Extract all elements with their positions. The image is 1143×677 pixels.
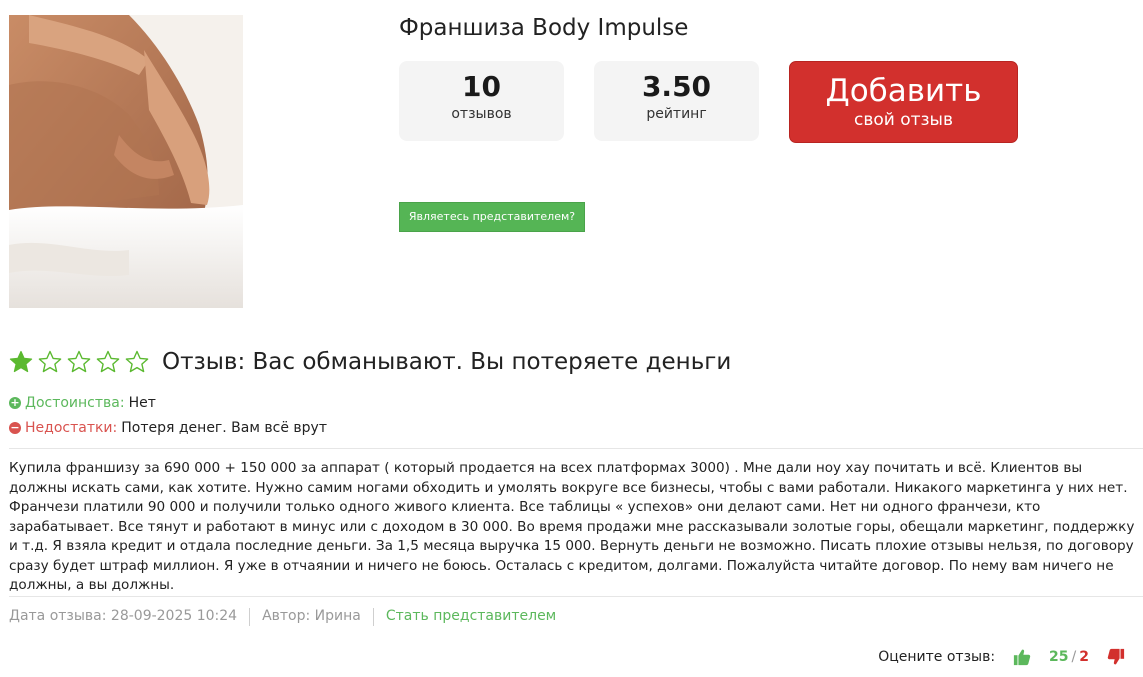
rating-box: 3.50 рейтинг	[594, 61, 759, 141]
review-date: Дата отзыва: 28-09-2025 10:24	[9, 608, 238, 624]
rate-review: Оцените отзыв: 25/2	[878, 648, 1125, 666]
reviews-count: 10	[462, 70, 501, 103]
review-header: Отзыв: Вас обманывают. Вы потеряете день…	[9, 346, 731, 378]
add-review-button-title: Добавить	[825, 73, 982, 109]
rating-label: рейтинг	[646, 106, 707, 122]
star-empty-icon	[125, 350, 149, 373]
divider	[9, 448, 1143, 449]
pros-value: Нет	[128, 395, 156, 411]
review-rating-stars	[9, 350, 154, 374]
review-text: Купила франшизу за 690 000 + 150 000 за …	[9, 460, 1135, 593]
review-meta: Дата отзыва: 28-09-2025 10:24 Автор: Ири…	[9, 608, 556, 626]
are-you-representative-button[interactable]: Являетесь представителем?	[399, 202, 585, 232]
reviews-count-label: отзывов	[451, 106, 512, 122]
upvote-count: 25	[1049, 649, 1069, 665]
star-empty-icon	[96, 350, 120, 373]
add-review-button[interactable]: Добавить свой отзыв	[789, 61, 1018, 143]
review-cons: − Недостатки: Потеря денег. Вам всё врут	[9, 420, 327, 436]
star-empty-icon	[67, 350, 91, 373]
add-review-button-subtitle: свой отзыв	[853, 110, 953, 130]
downvote-count: 2	[1079, 649, 1089, 665]
become-representative-link[interactable]: Стать представителем	[386, 608, 556, 626]
review-author: Автор: Ирина	[262, 608, 361, 624]
thumbs-down-icon[interactable]	[1107, 648, 1125, 666]
rating-value: 3.50	[641, 70, 712, 103]
thumbs-up-icon[interactable]	[1013, 648, 1031, 666]
cons-value: Потеря денег. Вам всё врут	[121, 420, 327, 436]
vote-score: 25/2	[1049, 649, 1089, 665]
franchise-title: Франшиза Body Impulse	[399, 15, 689, 41]
divider	[9, 596, 1143, 597]
pros-label: Достоинства:	[25, 395, 125, 411]
franchise-photo	[9, 15, 243, 308]
plus-circle-icon: +	[9, 396, 21, 409]
massage-image	[9, 15, 243, 308]
review-title: Отзыв: Вас обманывают. Вы потеряете день…	[162, 349, 732, 375]
review-pros: + Достоинства: Нет	[9, 395, 156, 411]
cons-label: Недостатки:	[25, 420, 118, 436]
meta-separator	[249, 608, 251, 626]
star-empty-icon	[38, 350, 62, 373]
vote-separator: /	[1071, 649, 1077, 665]
minus-circle-icon: −	[9, 421, 21, 434]
reviews-count-box: 10 отзывов	[399, 61, 564, 141]
star-filled-icon	[9, 350, 33, 373]
meta-separator	[372, 608, 374, 626]
rate-review-prompt: Оцените отзыв:	[878, 649, 996, 665]
